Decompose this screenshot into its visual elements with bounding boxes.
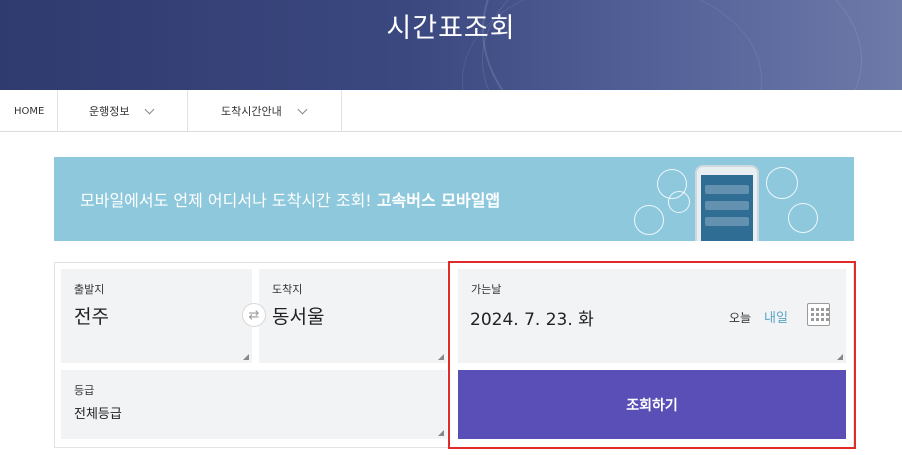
page-header: 시간표조회 <box>0 0 902 90</box>
banner-text-plain: 모바일에서도 언제 어디서나 도착시간 조회! <box>80 191 377 210</box>
phone-menu-row <box>705 185 749 194</box>
chevron-down-icon <box>145 104 155 114</box>
banner-text: 모바일에서도 언제 어디서나 도착시간 조회! 고속버스 모바일앱 <box>80 187 500 211</box>
nav-home[interactable]: HOME <box>0 90 58 132</box>
nav-arrival-info-label: 도착시간안내 <box>221 105 282 118</box>
nav-route-info-label: 운행정보 <box>89 105 130 118</box>
page-title: 시간표조회 <box>386 13 516 44</box>
arrival-value: 동서울 <box>272 306 325 328</box>
corner-marker-icon <box>243 354 249 360</box>
cup-icon <box>766 167 798 199</box>
corner-marker-icon <box>438 354 444 360</box>
grid-icon <box>668 191 690 213</box>
phone-menu-row <box>705 217 749 226</box>
phone-illustration <box>695 165 759 241</box>
mobile-app-banner[interactable]: 모바일에서도 언제 어디서나 도착시간 조회! 고속버스 모바일앱 <box>54 157 854 241</box>
phone-screen <box>701 175 753 241</box>
nav-arrival-info-dropdown[interactable]: 도착시간안내 <box>188 90 342 132</box>
banner-text-bold: 고속버스 모바일앱 <box>376 191 501 210</box>
person-icon <box>634 205 664 235</box>
chevron-down-icon <box>297 104 308 114</box>
arrival-field[interactable]: 도착지 동서울 <box>259 269 447 363</box>
table-icon <box>788 203 818 233</box>
arrival-label: 도착지 <box>272 283 303 296</box>
departure-value: 전주 <box>74 306 109 328</box>
breadcrumb-nav: HOME 운행정보 도착시간안내 <box>0 90 902 132</box>
departure-label: 출발지 <box>74 283 105 296</box>
nav-route-info-dropdown[interactable]: 운행정보 <box>58 90 188 132</box>
grade-value: 전체등급 <box>74 407 122 422</box>
departure-field[interactable]: 출발지 전주 <box>61 269 252 363</box>
highlight-box <box>448 261 856 449</box>
swap-icon[interactable]: ⇄ <box>242 303 266 327</box>
nav-home-label: HOME <box>14 105 45 117</box>
corner-marker-icon <box>438 430 444 436</box>
grade-label: 등급 <box>74 384 95 397</box>
phone-menu-row <box>705 201 749 210</box>
grade-field[interactable]: 등급 전체등급 <box>61 370 447 439</box>
